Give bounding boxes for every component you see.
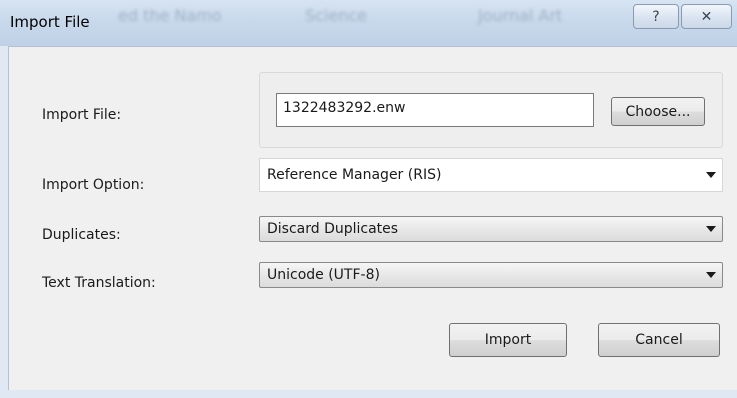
window-title: Import File (10, 13, 90, 31)
close-button[interactable]: ✕ (681, 4, 732, 29)
duplicates-value: Discard Duplicates (267, 221, 399, 237)
help-button[interactable]: ? (633, 4, 679, 29)
import-button[interactable]: Import (449, 323, 567, 357)
import-option-select[interactable]: Reference Manager (RIS) (259, 158, 723, 192)
chevron-down-icon (706, 226, 716, 232)
duplicates-label: Duplicates: (42, 227, 121, 243)
text-translation-value: Unicode (UTF-8) (267, 267, 380, 283)
text-translation-label: Text Translation: (42, 275, 156, 291)
import-file-group: 1322483292.enw Choose... (259, 72, 723, 148)
background-text: Science (305, 6, 368, 25)
chevron-down-icon (706, 272, 716, 278)
import-file-label: Import File: (42, 107, 122, 123)
import-file-field[interactable]: 1322483292.enw (276, 93, 594, 127)
dialog-body: Import File: 1322483292.enw Choose... Im… (8, 46, 737, 390)
background-text: Journal Art (478, 6, 563, 25)
title-bar[interactable]: ed the Namo Science Journal Art Import F… (0, 0, 737, 46)
choose-button[interactable]: Choose... (611, 97, 705, 126)
background-text: ed the Namo (118, 6, 222, 25)
duplicates-select[interactable]: Discard Duplicates (259, 216, 723, 242)
close-icon: ✕ (700, 8, 713, 25)
help-icon: ? (652, 8, 660, 25)
chevron-down-icon (706, 172, 716, 178)
import-option-label: Import Option: (42, 177, 145, 193)
text-translation-select[interactable]: Unicode (UTF-8) (259, 262, 723, 288)
cancel-button[interactable]: Cancel (598, 323, 720, 357)
import-option-value: Reference Manager (RIS) (267, 167, 442, 183)
